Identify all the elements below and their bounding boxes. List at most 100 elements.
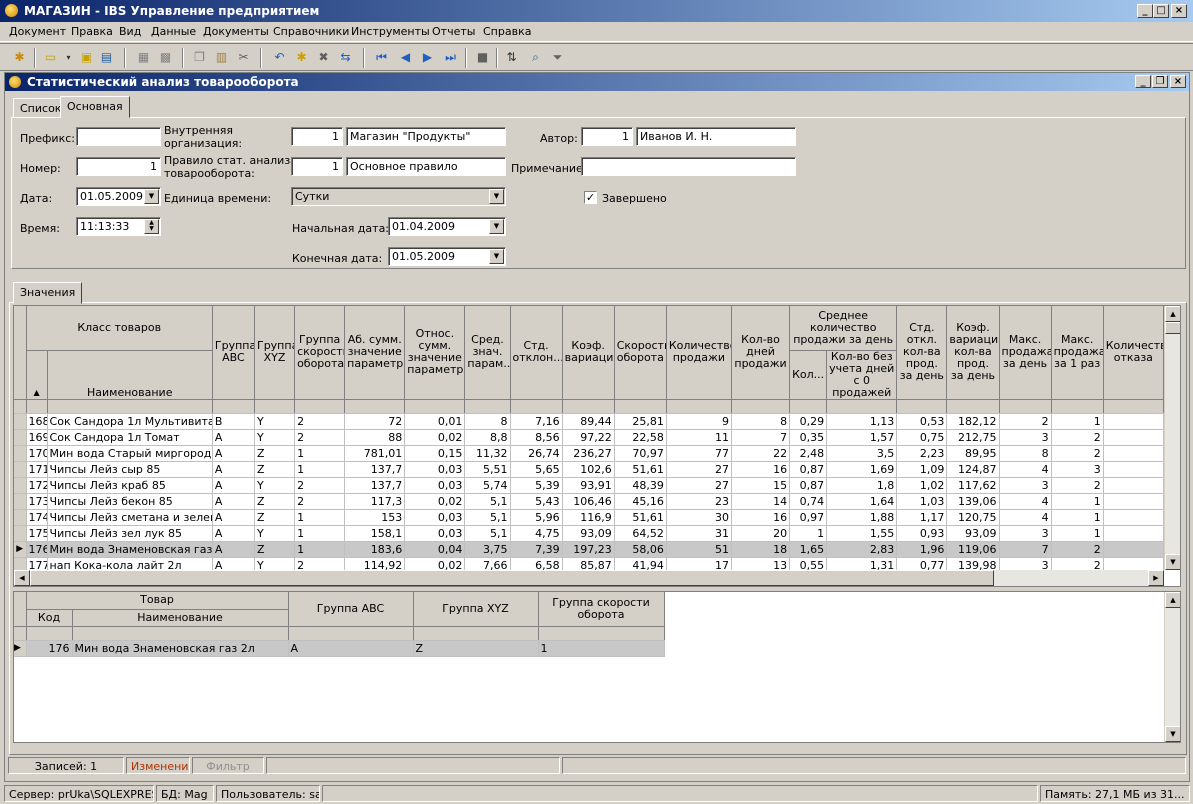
col-avg-day-no0[interactable]: Кол-во без учета дней с 0 продажей (826, 350, 898, 400)
detail-col-name[interactable]: Наименование (72, 609, 289, 627)
scroll-right-icon[interactable]: ▶ (1148, 570, 1164, 586)
hscroll-thumb[interactable] (30, 570, 994, 586)
save-icon[interactable]: ▤ (98, 49, 115, 66)
col-avg-day[interactable]: Кол... (789, 350, 828, 400)
detail-filter-row[interactable] (14, 626, 665, 641)
table-row[interactable]: 173Чипсы Лейз бекон 85AZ2117,30,025,15,4… (14, 493, 1165, 510)
chevron-down-icon[interactable]: ▼ (489, 249, 504, 264)
unit-select[interactable]: Сутки ▼ (291, 187, 506, 206)
child-minimize-button[interactable]: _ (1135, 75, 1151, 88)
menu-documents[interactable]: Документы (203, 25, 269, 38)
new-document-icon[interactable]: ✱ (11, 49, 28, 66)
start-date-field[interactable]: 01.04.2009 ▼ (388, 217, 506, 236)
org-name-field[interactable]: Магазин "Продукты" (346, 127, 506, 146)
prefix-field[interactable] (76, 127, 161, 146)
col-max-day[interactable]: Макс. продажа за день (999, 306, 1052, 400)
table-row[interactable]: 175Чипсы Лейз зел лук 85AY1158,10,035,14… (14, 525, 1165, 542)
print-preview-icon[interactable]: ▩ (157, 49, 174, 66)
author-code-field[interactable]: 1 (581, 127, 633, 146)
menu-reports[interactable]: Отчеты (432, 25, 475, 38)
filter-row[interactable] (14, 399, 1165, 414)
undo-icon[interactable]: ↶ (271, 49, 288, 66)
find-icon[interactable]: ⌕ (527, 49, 544, 66)
table-row[interactable]: 170Мин вода Старый миргород 6лAZ1781,010… (14, 445, 1165, 462)
grid-vertical-scrollbar[interactable]: ▲ ▼ (1164, 306, 1180, 570)
values-grid[interactable]: Класс товаров Группа ABC Группа XYZ Груп… (13, 305, 1181, 587)
tab-values[interactable]: Значения (13, 282, 83, 304)
menu-edit[interactable]: Правка (71, 25, 113, 38)
col-xyz[interactable]: Группа XYZ (254, 306, 296, 400)
table-row[interactable]: 169Сок Сандора 1л ТоматAY2880,028,88,569… (14, 429, 1165, 446)
col-days[interactable]: Кол-во дней продажи (731, 306, 791, 400)
col-std[interactable]: Стд. отклон... (510, 306, 563, 400)
scroll-down-icon[interactable]: ▼ (1165, 726, 1180, 742)
chevron-down-icon[interactable]: ▼ (489, 219, 504, 234)
note-field[interactable] (581, 157, 796, 176)
spin-icon[interactable]: ▲ ▼ (144, 219, 159, 234)
paste-icon[interactable]: ▥ (213, 49, 230, 66)
col-turnover[interactable]: Скорость оборота (614, 306, 667, 400)
date-field[interactable]: 01.05.2009 ▼ (76, 187, 161, 206)
detail-col-abc[interactable]: Группа ABC (288, 592, 414, 627)
rule-name-field[interactable]: Основное правило (346, 157, 506, 176)
detail-col-speed[interactable]: Группа скорости оборота (538, 592, 665, 627)
tab-main[interactable]: Основная (60, 96, 130, 118)
scroll-up-icon[interactable]: ▲ (1165, 306, 1180, 322)
copy-icon[interactable]: ❐ (191, 49, 208, 66)
col-speed[interactable]: Группа скорости оборота (294, 306, 346, 400)
detail-col-xyz[interactable]: Группа XYZ (413, 592, 539, 627)
child-close-button[interactable]: × (1170, 75, 1186, 88)
sort-icon[interactable]: ⇅ (503, 49, 520, 66)
refresh-icon[interactable]: ⇆ (337, 49, 354, 66)
first-record-icon[interactable]: ⏮ (373, 49, 390, 66)
table-row[interactable]: 172Чипсы Лейз краб 85AY2137,70,035,745,3… (14, 477, 1165, 494)
last-record-icon[interactable]: ⏭ (442, 49, 459, 66)
done-checkbox[interactable]: ✓ (584, 191, 597, 204)
open-file-icon[interactable]: ▣ (78, 49, 95, 66)
sort-asc-icon[interactable]: ▲ (26, 350, 48, 400)
chevron-down-icon[interactable]: ▼ (144, 189, 159, 204)
table-row[interactable]: ▶176Мин вода Знаменовская газ 2лAZ1183,6… (14, 541, 1165, 558)
table-row[interactable]: 174Чипсы Лейз сметана и зелень...AZ11530… (14, 509, 1165, 526)
col-avg[interactable]: Сред. знач. парам... (464, 306, 511, 400)
col-coef[interactable]: Коэф. вариации (562, 306, 615, 400)
scroll-down-icon[interactable]: ▼ (1165, 554, 1180, 570)
print-icon[interactable]: ▦ (135, 49, 152, 66)
col-coef-day[interactable]: Коэф. вариации кол-ва прод. за день (946, 306, 1000, 400)
org-code-field[interactable]: 1 (291, 127, 343, 146)
close-button[interactable]: × (1171, 4, 1187, 18)
menu-view[interactable]: Вид (119, 25, 141, 38)
col-rel-sum[interactable]: Относ. сумм. значение параметра (404, 306, 466, 400)
maximize-button[interactable]: □ (1153, 4, 1169, 18)
detail-row[interactable]: ▶ 176 Мин вода Знаменовская газ 2л A Z 1 (14, 640, 665, 657)
prev-record-icon[interactable]: ◀ (397, 49, 414, 66)
filter-icon[interactable]: ⏷ (549, 49, 566, 66)
grid-horizontal-scrollbar[interactable]: ◀ ▶ (14, 570, 1164, 586)
rule-code-field[interactable]: 1 (291, 157, 343, 176)
open-dropdown-icon[interactable]: ▾ (60, 49, 77, 66)
table-row[interactable]: 171Чипсы Лейз сыр 85AZ1137,70,035,515,65… (14, 461, 1165, 478)
insert-record-icon[interactable]: ✱ (293, 49, 310, 66)
table-row[interactable]: 168Сок Сандора 1л Мультивита...BY2720,01… (14, 413, 1165, 430)
menu-help[interactable]: Справка (483, 25, 531, 38)
stop-icon[interactable]: ■ (474, 49, 491, 66)
chevron-down-icon[interactable]: ▼ (489, 189, 504, 204)
detail-grid[interactable]: Товар Группа ABC Группа XYZ Группа скоро… (13, 591, 1181, 743)
col-sales-count[interactable]: Количество продажи (666, 306, 732, 400)
scroll-up-icon[interactable]: ▲ (1165, 592, 1180, 608)
detail-col-code[interactable]: Код (26, 609, 73, 627)
menu-directories[interactable]: Справочники (273, 25, 349, 38)
child-restore-button[interactable]: ❐ (1152, 75, 1168, 88)
open-folder-icon[interactable]: ▭ (42, 49, 59, 66)
number-field[interactable]: 1 (76, 157, 161, 176)
col-abs-sum[interactable]: Аб. сумм. значение параметра (344, 306, 406, 400)
author-name-field[interactable]: Иванов И. Н. (636, 127, 796, 146)
menu-tools[interactable]: Инструменты (351, 25, 430, 38)
end-date-field[interactable]: 01.05.2009 ▼ (388, 247, 506, 266)
delete-record-icon[interactable]: ✖ (315, 49, 332, 66)
scroll-left-icon[interactable]: ◀ (14, 570, 30, 586)
menu-data[interactable]: Данные (151, 25, 196, 38)
menu-document[interactable]: Документ (9, 25, 66, 38)
detail-vertical-scrollbar[interactable]: ▲ ▼ (1164, 592, 1180, 742)
scroll-thumb[interactable] (1165, 322, 1180, 334)
